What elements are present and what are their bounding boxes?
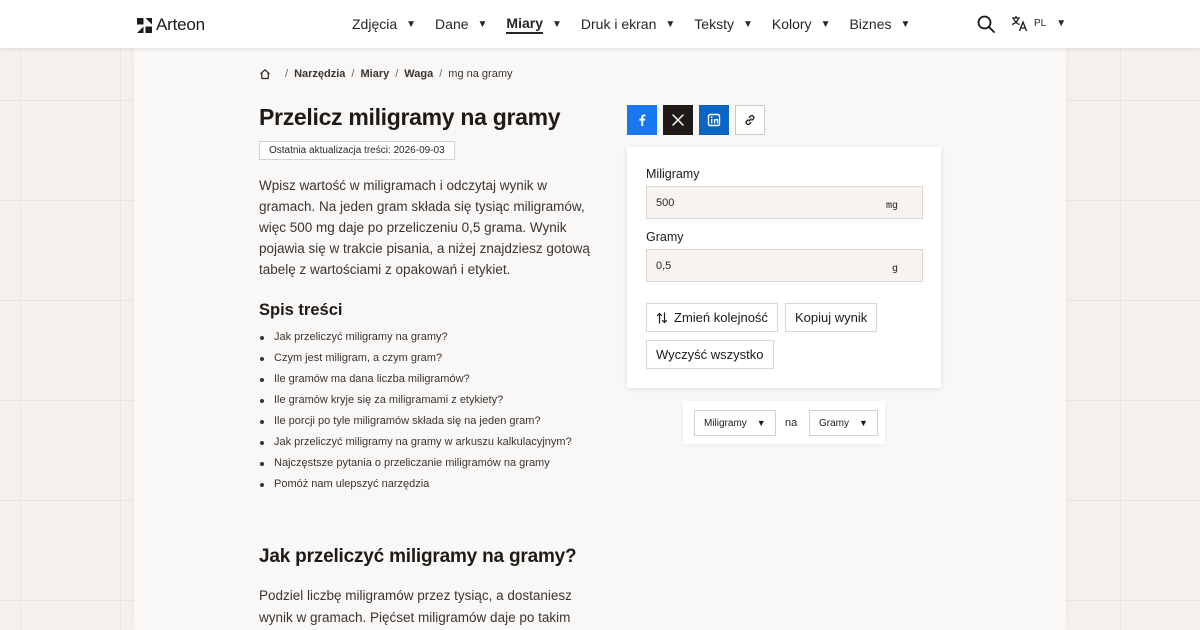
nav-item-label: Miary — [506, 15, 543, 34]
breadcrumb-item-narzedzia[interactable]: Narzędzia — [294, 68, 345, 80]
caret-down-icon: ▼ — [1056, 18, 1067, 29]
page-title: Przelicz miligramy na gramy — [259, 104, 561, 130]
toc-link[interactable]: Jak przeliczyć miligramy na gramy? — [259, 327, 619, 348]
breadcrumb-separator: / — [439, 68, 443, 80]
share-linkedin-button[interactable] — [699, 105, 729, 135]
breadcrumb-separator: / — [351, 68, 355, 80]
x-icon — [672, 114, 684, 126]
brand-name: Arteon — [156, 15, 205, 34]
breadcrumb-separator: / — [395, 68, 399, 80]
toc-link[interactable]: Pomóż nam ulepszyć narzędzia — [259, 474, 619, 495]
clear-all-button[interactable]: Wyczyść wszystko — [646, 340, 774, 369]
nav-item-label: Druk i ekran — [580, 16, 657, 32]
share-x-button[interactable] — [663, 105, 693, 135]
toc-heading: Spis treści — [259, 301, 343, 319]
nav-item-teksty[interactable]: Teksty ▼ — [694, 16, 753, 32]
copy-result-button[interactable]: Kopiuj wynik — [785, 303, 878, 332]
breadcrumb-item-miary[interactable]: Miary — [360, 68, 389, 80]
grams-input[interactable] — [647, 250, 922, 281]
caret-down-icon: ▼ — [820, 18, 831, 30]
clear-all-label: Wyczyść wszystko — [656, 347, 764, 362]
copy-link-button[interactable] — [735, 105, 765, 135]
home-icon[interactable] — [259, 68, 271, 80]
top-navigation-bar: Arteon Zdjęcia ▼ Dane ▼ Miary ▼ Druk i e… — [0, 0, 1200, 48]
nav-item-druk-i-ekran[interactable]: Druk i ekran ▼ — [581, 16, 675, 32]
language-code: PL — [1034, 18, 1047, 29]
caret-down-icon: ▼ — [756, 418, 766, 428]
last-updated-badge: Ostatnia aktualizacja treści: 2026-09-03 — [259, 141, 455, 160]
breadcrumb: / Narzędzia / Miary / Waga / mg na gramy — [259, 68, 513, 80]
nav-item-biznes[interactable]: Biznes ▼ — [849, 16, 910, 32]
copy-result-label: Kopiuj wynik — [795, 310, 868, 325]
swap-icon — [656, 311, 668, 324]
from-unit-select[interactable]: Miligramy ▼ — [694, 410, 776, 436]
intro-paragraph: Wpisz wartość w miligramach i odczytaj w… — [259, 178, 590, 277]
share-facebook-button[interactable] — [627, 105, 657, 135]
caret-down-icon: ▼ — [552, 18, 562, 30]
language-switcher[interactable]: PL ▼ — [1011, 15, 1066, 32]
caret-down-icon: ▼ — [859, 418, 868, 428]
converter-card: Miligramy mg Gramy g Zmień kolejność Kop… — [627, 147, 941, 388]
to-unit-value: Gramy — [819, 417, 849, 429]
content-panel: / Narzędzia / Miary / Waga / mg na gramy… — [134, 48, 1066, 630]
nav-item-label: Dane — [435, 16, 469, 32]
unit-mg: mg — [885, 200, 898, 211]
swap-units-button[interactable]: Zmień kolejność — [646, 303, 778, 332]
toc-link[interactable]: Ile gramów ma dana liczba miligramów? — [259, 369, 619, 390]
breadcrumb-item-waga[interactable]: Waga — [404, 68, 433, 80]
nav-item-label: Zdjęcia — [352, 16, 398, 32]
swap-units-label: Zmień kolejność — [674, 310, 768, 325]
caret-down-icon: ▼ — [477, 18, 488, 30]
caret-down-icon: ▼ — [406, 18, 417, 30]
facebook-icon — [639, 114, 646, 126]
share-buttons — [627, 105, 765, 135]
nav-item-zdjecia[interactable]: Zdjęcia ▼ — [352, 16, 416, 32]
section-paragraph: Podziel liczbę miligramów przez tysiąc, … — [259, 588, 572, 625]
unit-connector: na — [785, 417, 798, 429]
section-heading: Jak przeliczyć miligramy na gramy? — [259, 546, 577, 567]
brand-logo[interactable]: Arteon — [137, 15, 205, 35]
to-unit-select[interactable]: Gramy ▼ — [809, 410, 878, 436]
nav-item-miary[interactable]: Miary ▼ — [506, 15, 562, 34]
toc-link[interactable]: Jak przeliczyć miligramy na gramy w arku… — [259, 432, 619, 453]
nav-item-kolory[interactable]: Kolory ▼ — [772, 16, 831, 32]
caret-down-icon: ▼ — [742, 18, 753, 30]
toc-link[interactable]: Ile porcji po tyle miligramów składa się… — [259, 411, 619, 432]
unit-picker: Miligramy ▼ na Gramy ▼ — [683, 401, 885, 444]
arteon-logo-icon — [137, 17, 152, 33]
nav-item-label: Biznes — [849, 16, 892, 32]
milligrams-field: mg — [646, 186, 923, 219]
linkedin-icon — [707, 113, 721, 127]
grams-field: g — [646, 249, 923, 282]
translate-icon — [1011, 16, 1028, 32]
caret-down-icon: ▼ — [665, 18, 676, 30]
toc-link[interactable]: Czym jest miligram, a czym gram? — [259, 348, 619, 369]
nav-item-label: Kolory — [771, 16, 812, 32]
caret-down-icon: ▼ — [900, 18, 911, 30]
toc-link[interactable]: Najczęstsze pytania o przeliczanie milig… — [259, 453, 619, 474]
from-unit-value: Miligramy — [704, 417, 747, 429]
table-of-contents: Jak przeliczyć miligramy na gramy? Czym … — [259, 327, 619, 495]
breadcrumb-current: mg na gramy — [448, 68, 513, 80]
nav-item-dane[interactable]: Dane ▼ — [435, 16, 487, 32]
breadcrumb-separator: / — [285, 68, 289, 80]
link-icon — [745, 114, 755, 126]
main-nav: Zdjęcia ▼ Dane ▼ Miary ▼ Druk i ekran ▼ … — [352, 0, 929, 48]
milligrams-input[interactable] — [647, 187, 922, 218]
search-icon[interactable] — [977, 15, 995, 33]
milligrams-label: Miligramy — [646, 167, 700, 181]
grams-label: Gramy — [646, 230, 684, 244]
nav-item-label: Teksty — [694, 16, 734, 32]
unit-g: g — [891, 263, 898, 274]
toc-link[interactable]: Ile gramów kryje się za miligramami z et… — [259, 390, 619, 411]
